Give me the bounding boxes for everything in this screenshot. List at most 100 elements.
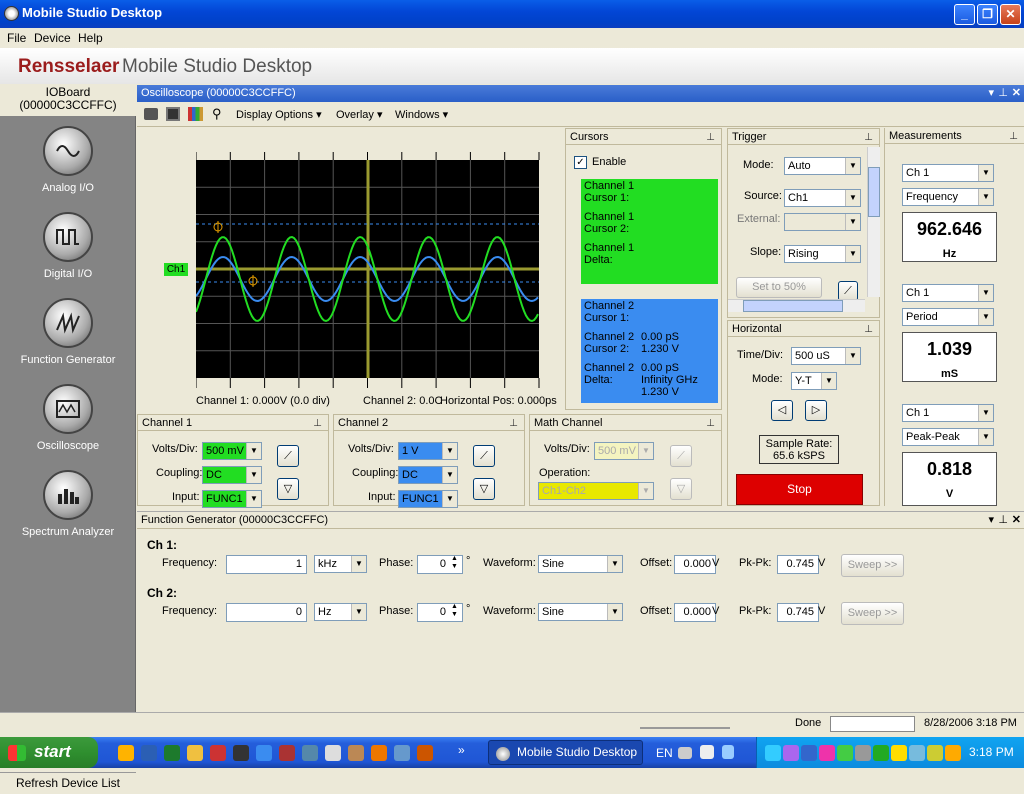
ch1-scale-up-button[interactable]: ⟋ [277, 445, 299, 467]
fg-ch1-phase-spinner[interactable]: ▲ ▼ [451, 555, 458, 571]
tray-icon-7[interactable] [873, 745, 889, 761]
keyboard-icon[interactable] [678, 747, 692, 759]
sidebar-item-analog-io[interactable]: Analog I/O [14, 126, 122, 206]
ie-icon[interactable] [256, 745, 272, 761]
tray-icon-8[interactable] [891, 745, 907, 761]
cmd-icon[interactable] [233, 745, 249, 761]
tray-icon-6[interactable] [855, 745, 871, 761]
menu-file[interactable]: File [7, 31, 26, 45]
meas3-type-select[interactable]: Peak-Peak ▼ [902, 428, 994, 446]
ch2-coupling-select[interactable]: DC ▼ [398, 466, 458, 484]
app-icon-8[interactable] [417, 745, 433, 761]
quicklaunch-icon[interactable] [118, 745, 134, 761]
ch2-scale-up-button[interactable]: ⟋ [473, 445, 495, 467]
math-scale-down-button[interactable]: ▽ [670, 478, 692, 500]
fg-ch2-freq-unit-select[interactable]: Hz ▼ [314, 603, 367, 621]
tray-icon-4[interactable] [819, 745, 835, 761]
app-icon-7[interactable] [394, 745, 410, 761]
menu-help[interactable]: Help [78, 31, 103, 45]
meas1-type-select[interactable]: Frequency ▼ [902, 188, 994, 206]
binoculars-icon[interactable]: ⚲ [212, 106, 222, 122]
fg-ch2-offset-input[interactable]: 0.000 [674, 603, 716, 622]
fg-ch2-waveform-select[interactable]: Sine ▼ [538, 603, 623, 621]
trigger-scrollbar[interactable] [867, 147, 880, 297]
tray-icon-9[interactable] [909, 745, 925, 761]
shift-right-button[interactable]: ▷ [805, 400, 827, 421]
pin-icon[interactable]: ⊥ [998, 85, 1008, 102]
ch2-scale-down-button[interactable]: ▽ [473, 478, 495, 500]
set-to-50-button[interactable]: Set to 50% [736, 277, 822, 298]
ch1-voltsdiv-select[interactable]: 500 mV ▼ [202, 442, 262, 460]
trigger-external-select[interactable]: ▼ [784, 213, 861, 231]
tray-icon-5[interactable] [837, 745, 853, 761]
clock[interactable]: 3:18 PM [969, 745, 1014, 759]
overlay-menu[interactable]: Overlay ▾ [336, 108, 382, 121]
close-button[interactable]: ✕ [1000, 4, 1021, 25]
maximize-button[interactable]: ❐ [977, 4, 998, 25]
math-scale-up-button[interactable]: ⟋ [670, 445, 692, 467]
timediv-select[interactable]: 500 uS ▼ [791, 347, 861, 365]
camera-icon[interactable] [144, 108, 158, 120]
math-voltsdiv-select[interactable]: 500 mV ▼ [594, 442, 654, 460]
language-indicator[interactable]: EN [656, 746, 673, 760]
horizontal-mode-select[interactable]: Y-T ▼ [791, 372, 837, 390]
fg-ch1-waveform-select[interactable]: Sine ▼ [538, 555, 623, 573]
panel-close-icon[interactable]: ✕ [1012, 85, 1021, 102]
meas3-channel-select[interactable]: Ch 1 ▼ [902, 404, 994, 422]
word-icon[interactable] [141, 745, 157, 761]
tray-icon-3[interactable] [801, 745, 817, 761]
ch1-input-select[interactable]: FUNC1 ▼ [202, 490, 262, 508]
excel-icon[interactable] [164, 745, 180, 761]
tray-extra-icon[interactable] [722, 745, 734, 759]
windows-menu[interactable]: Windows ▾ [395, 108, 448, 121]
slope-icon[interactable]: ⟋ [838, 281, 858, 301]
tray-icon-1[interactable] [765, 745, 781, 761]
stop-button[interactable]: Stop [736, 474, 863, 505]
ch1-coupling-select[interactable]: DC ▼ [202, 466, 262, 484]
fg-pin-icon[interactable]: ⊥ [998, 512, 1008, 529]
sidebar-item-oscilloscope[interactable]: Oscilloscope [14, 384, 122, 464]
help-icon[interactable] [700, 745, 714, 759]
ch1-scale-down-button[interactable]: ▽ [277, 478, 299, 500]
display-options-menu[interactable]: Display Options ▾ [236, 108, 322, 121]
fg-ch2-pkpk-input[interactable]: 0.745 [777, 603, 819, 622]
app-icon-2[interactable] [210, 745, 226, 761]
save-icon[interactable] [166, 107, 180, 121]
fg-ch2-phase-spinner[interactable]: ▲ ▼ [451, 603, 458, 619]
fg-ch1-sweep-button[interactable]: Sweep >> [841, 554, 904, 577]
trigger-hscrollbar[interactable] [728, 299, 865, 312]
taskbar-task-mobile-studio[interactable]: Mobile Studio Desktop [488, 740, 643, 765]
app-icon-5[interactable] [325, 745, 341, 761]
meas2-channel-select[interactable]: Ch 1 ▼ [902, 284, 994, 302]
sidebar-item-spectrum-analyzer[interactable]: Spectrum Analyzer [14, 470, 122, 550]
fg-close-icon[interactable]: ✕ [1012, 512, 1021, 529]
app-icon-6[interactable] [348, 745, 364, 761]
app-icon-4[interactable] [302, 745, 318, 761]
meas2-type-select[interactable]: Period ▼ [902, 308, 994, 326]
fg-ch2-sweep-button[interactable]: Sweep >> [841, 602, 904, 625]
ch1-marker[interactable]: Ch1 [164, 263, 188, 276]
tray-icon-10[interactable] [927, 745, 943, 761]
app-icon-3[interactable] [279, 745, 295, 761]
folder-icon[interactable] [187, 745, 203, 761]
trigger-mode-select[interactable]: Auto ▼ [784, 157, 861, 175]
chart-icon[interactable] [188, 107, 203, 121]
firefox-icon[interactable] [371, 745, 387, 761]
fg-dropdown-icon[interactable]: ▾ [988, 512, 994, 529]
refresh-device-list-button[interactable]: Refresh Device List [0, 772, 136, 794]
fg-ch1-freq-unit-select[interactable]: kHz ▼ [314, 555, 367, 573]
fg-ch1-offset-input[interactable]: 0.000 [674, 555, 716, 574]
board-label[interactable]: IOBoard (00000C3CCFFC) [0, 84, 136, 116]
ch2-voltsdiv-select[interactable]: 1 V ▼ [398, 442, 458, 460]
fg-ch1-pkpk-input[interactable]: 0.745 [777, 555, 819, 574]
quicklaunch-more-icon[interactable]: » [458, 743, 465, 757]
trigger-slope-select[interactable]: Rising ▼ [784, 245, 861, 263]
tray-icon-2[interactable] [783, 745, 799, 761]
scope-display[interactable] [196, 150, 541, 390]
sidebar-item-function-generator[interactable]: Function Generator [14, 298, 122, 378]
ch2-input-select[interactable]: FUNC1 ▼ [398, 490, 458, 508]
fg-ch1-frequency-input[interactable]: 1 [226, 555, 307, 574]
shift-left-button[interactable]: ◁ [771, 400, 793, 421]
panel-dropdown-icon[interactable]: ▾ [988, 85, 994, 102]
sidebar-item-digital-io[interactable]: Digital I/O [14, 212, 122, 292]
